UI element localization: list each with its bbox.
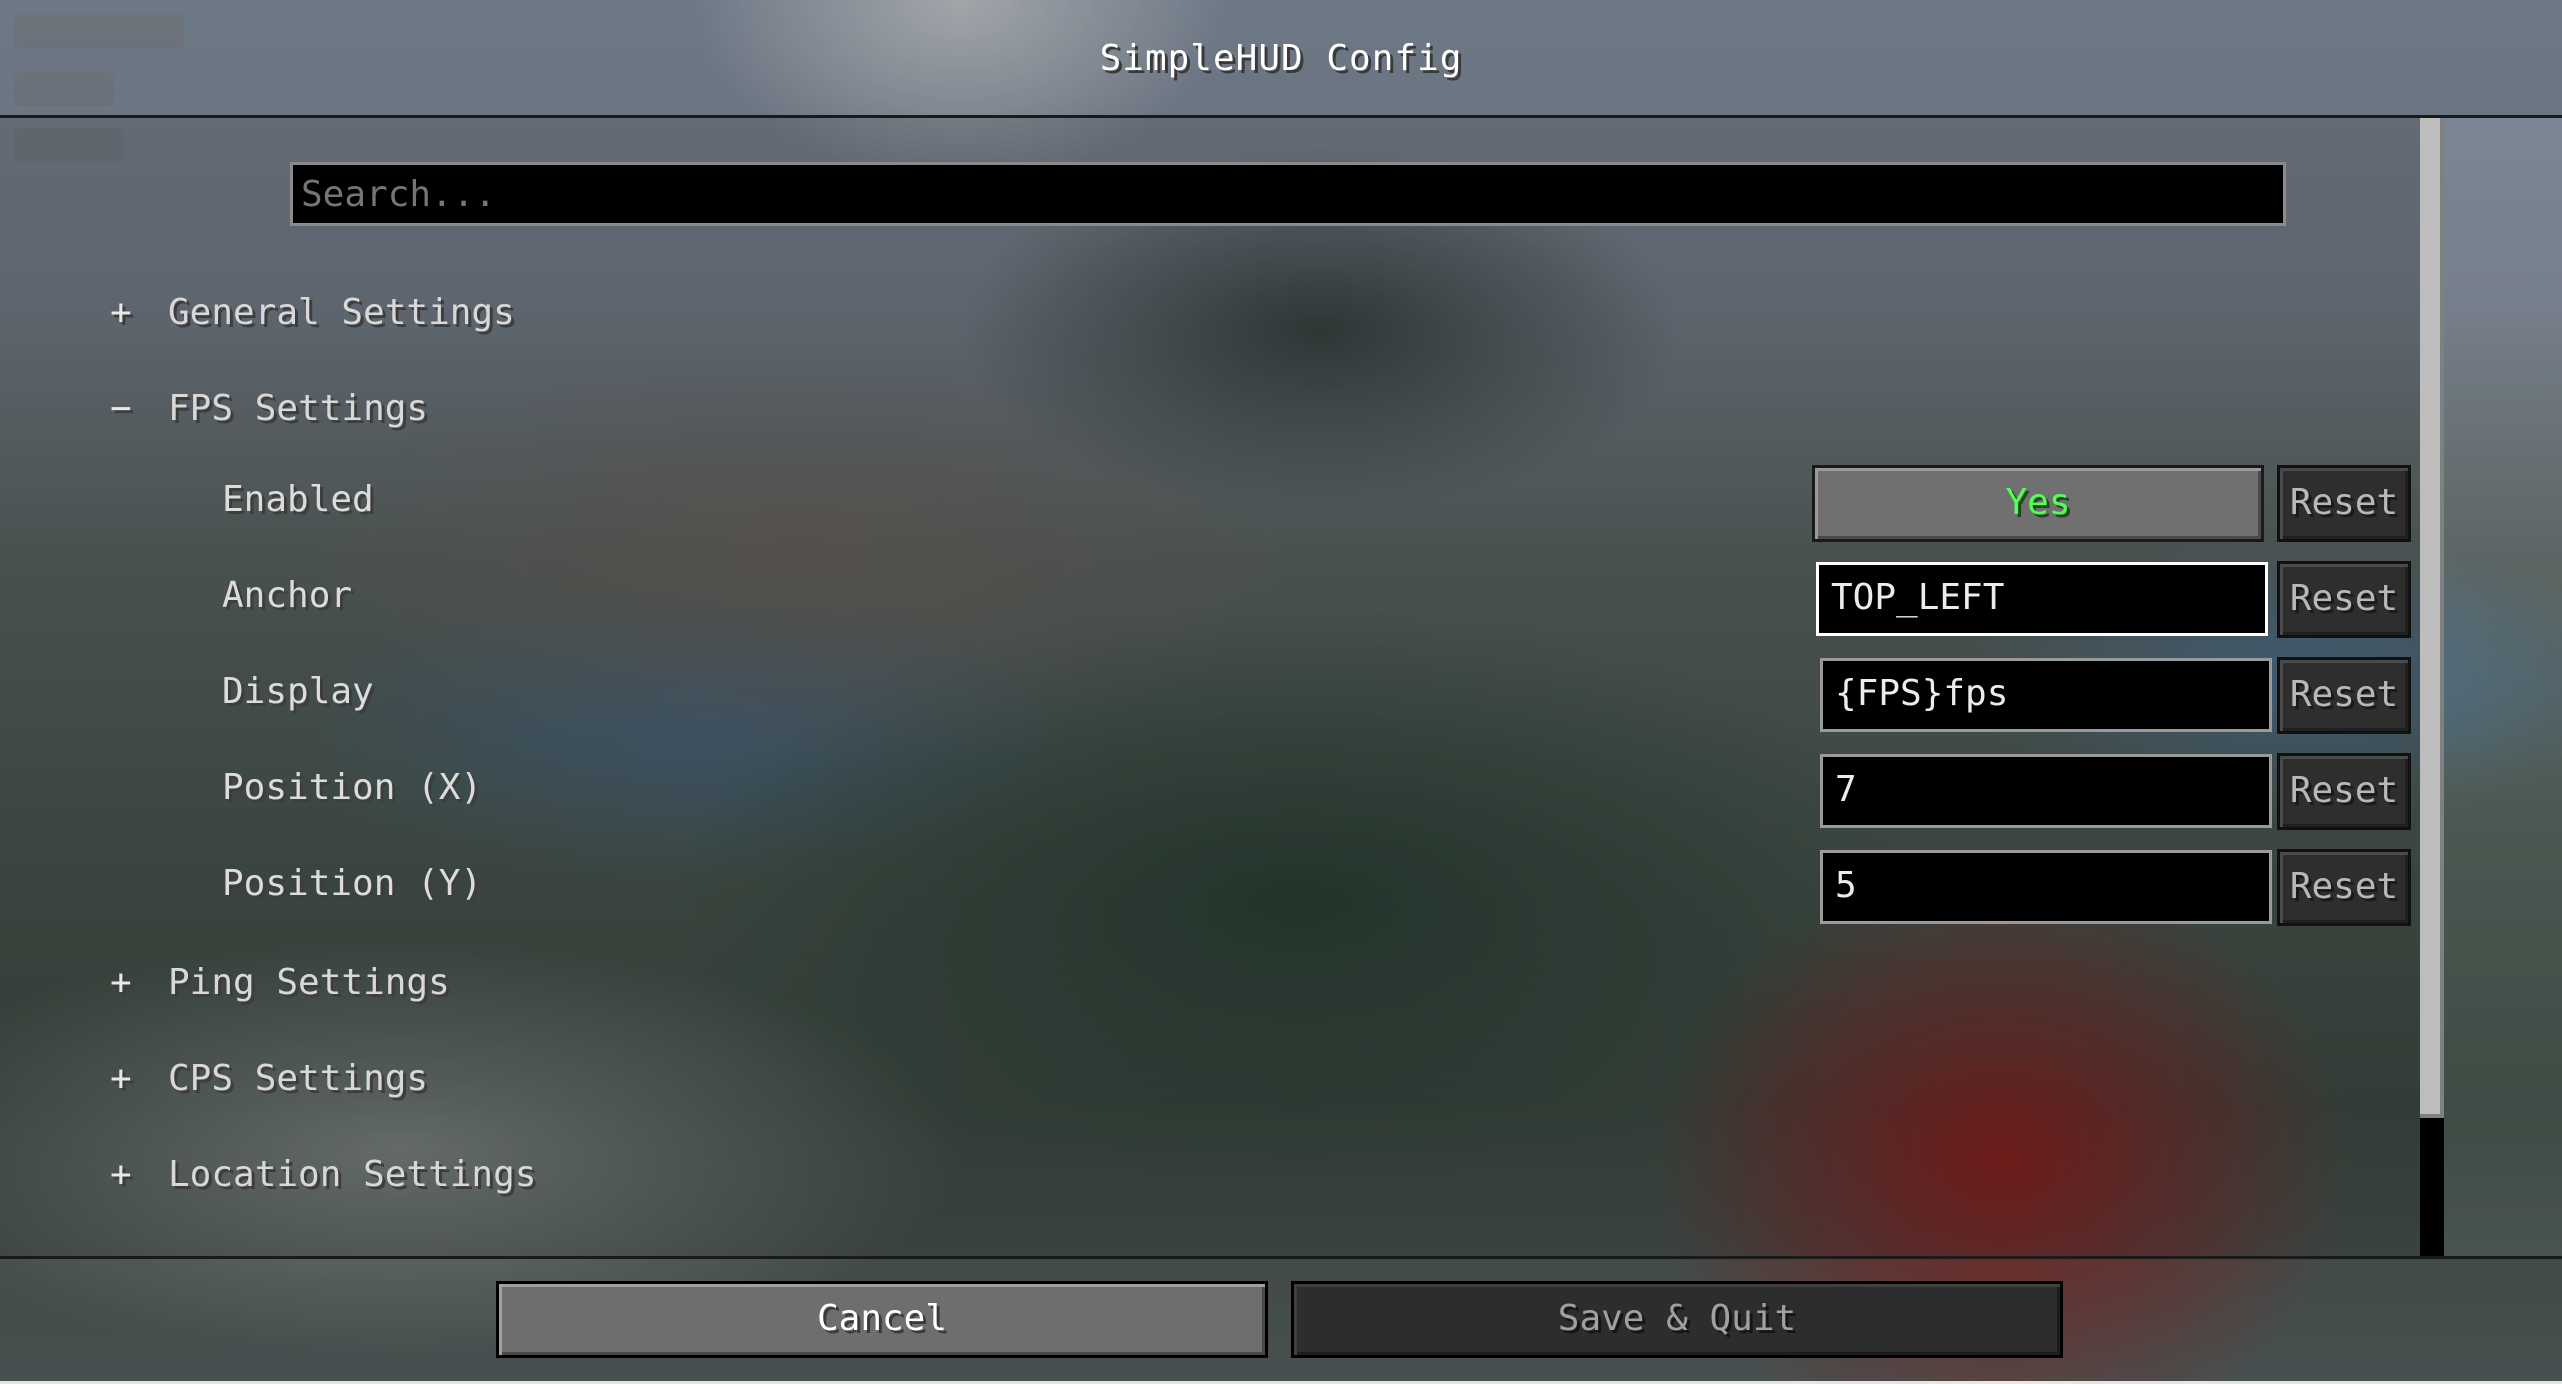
category-label: Location Settings (168, 1153, 537, 1195)
category-location-settings[interactable]: + Location Settings (110, 1149, 536, 1199)
expand-plus-icon: + (110, 1153, 132, 1195)
expand-plus-icon: + (110, 961, 132, 1003)
scrollbar-thumb[interactable] (2420, 118, 2444, 1118)
reset-enabled-button[interactable]: Reset (2277, 465, 2411, 542)
header-bar: SimpleHUD Config (0, 0, 2562, 118)
window-title: SimpleHUD Config (1099, 38, 1463, 79)
expand-plus-icon: + (110, 291, 132, 333)
search-input[interactable] (290, 162, 2286, 226)
cancel-button[interactable]: Cancel (496, 1281, 1268, 1358)
category-label: CPS Settings (168, 1057, 429, 1099)
anchor-field[interactable]: TOP_LEFT (1816, 562, 2268, 636)
option-label-position-y: Position (Y) (222, 863, 483, 904)
category-fps-settings[interactable]: − FPS Settings (110, 383, 428, 433)
enabled-toggle-button[interactable]: Yes (1812, 465, 2264, 542)
reset-anchor-button[interactable]: Reset (2277, 561, 2411, 638)
save-and-quit-button[interactable]: Save & Quit (1291, 1281, 2063, 1358)
display-field[interactable]: {FPS}fps (1820, 658, 2272, 732)
category-label: Ping Settings (168, 961, 450, 1003)
expand-plus-icon: + (110, 1057, 132, 1099)
position-x-field[interactable]: 7 (1820, 754, 2272, 828)
collapse-minus-icon: − (110, 387, 132, 429)
reset-display-button[interactable]: Reset (2277, 657, 2411, 734)
category-label: General Settings (168, 291, 515, 333)
option-label-display: Display (222, 671, 374, 712)
footer-bar (0, 1256, 2562, 1384)
category-label: FPS Settings (168, 387, 429, 429)
option-label-anchor: Anchor (222, 575, 353, 616)
option-label-position-x: Position (X) (222, 767, 483, 808)
category-general-settings[interactable]: + General Settings (110, 287, 515, 337)
option-label-enabled: Enabled (222, 479, 374, 520)
position-y-field[interactable]: 5 (1820, 850, 2272, 924)
reset-position-x-button[interactable]: Reset (2277, 753, 2411, 830)
category-ping-settings[interactable]: + Ping Settings (110, 957, 450, 1007)
reset-position-y-button[interactable]: Reset (2277, 849, 2411, 926)
category-cps-settings[interactable]: + CPS Settings (110, 1053, 428, 1103)
